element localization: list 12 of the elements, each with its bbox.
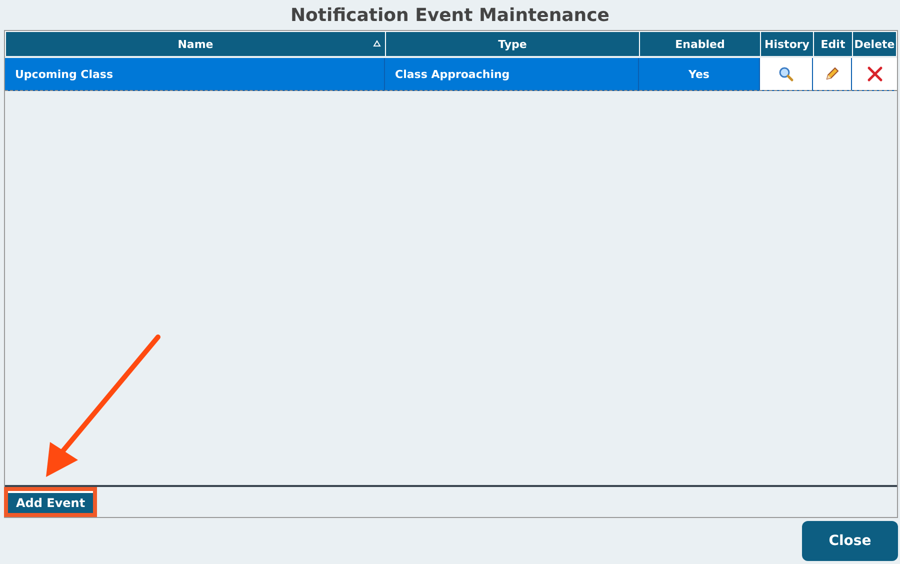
column-header[interactable]: Delete [853,32,896,56]
column-header[interactable]: History [761,32,813,56]
column-header[interactable]: Type [386,32,639,56]
column-header[interactable]: Name [6,32,385,56]
dialog-title: Notification Event Maintenance [289,4,611,28]
table-cell: Upcoming Class [5,58,384,90]
table-cell: Yes [639,58,759,90]
table-cell: Class Approaching [385,58,638,90]
column-header[interactable]: Edit [814,32,852,56]
close-button[interactable]: Close [802,521,898,561]
table-row[interactable]: Upcoming Class Class Approaching Yes [5,58,897,91]
column-header[interactable]: Enabled [640,32,760,56]
